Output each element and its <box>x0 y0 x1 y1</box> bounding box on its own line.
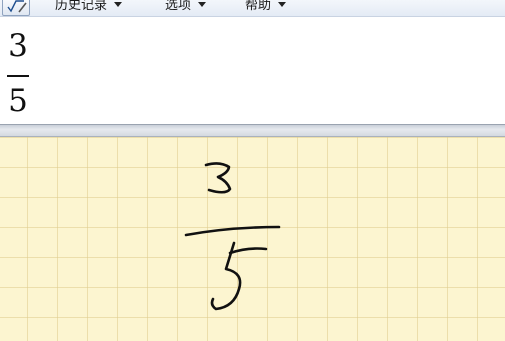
recognized-fraction: 3 5 <box>7 30 29 118</box>
ink-stroke-fraction-bar <box>184 225 281 237</box>
pane-splitter[interactable] <box>0 124 505 137</box>
menu-help-label: 帮助 <box>245 0 272 13</box>
menu-options-label: 选项 <box>165 0 192 13</box>
math-input-icon-glyph <box>7 0 27 13</box>
menu-help[interactable]: 帮助 <box>245 0 287 16</box>
menu-history-label: 历史记录 <box>55 0 108 13</box>
math-input-icon[interactable] <box>2 0 30 16</box>
ink-stroke-numerator <box>204 162 232 194</box>
menu-bar: 历史记录 选项 帮助 <box>0 0 505 17</box>
fraction-bar <box>7 75 29 77</box>
dropdown-arrow-icon <box>198 2 207 7</box>
ink-stroke-denominator-top <box>228 247 268 255</box>
ink-stroke-denominator-body <box>210 241 242 311</box>
handwriting-ink <box>184 162 281 311</box>
menu-history[interactable]: 历史记录 <box>55 0 123 16</box>
recognized-result-area[interactable]: 3 5 <box>0 24 505 126</box>
menu-options[interactable]: 选项 <box>165 0 207 16</box>
fraction-numerator: 3 <box>8 28 28 64</box>
fraction-denominator: 5 <box>8 83 28 119</box>
writing-pad[interactable] <box>0 137 505 341</box>
dropdown-arrow-icon <box>278 2 287 7</box>
dropdown-arrow-icon <box>114 2 123 7</box>
